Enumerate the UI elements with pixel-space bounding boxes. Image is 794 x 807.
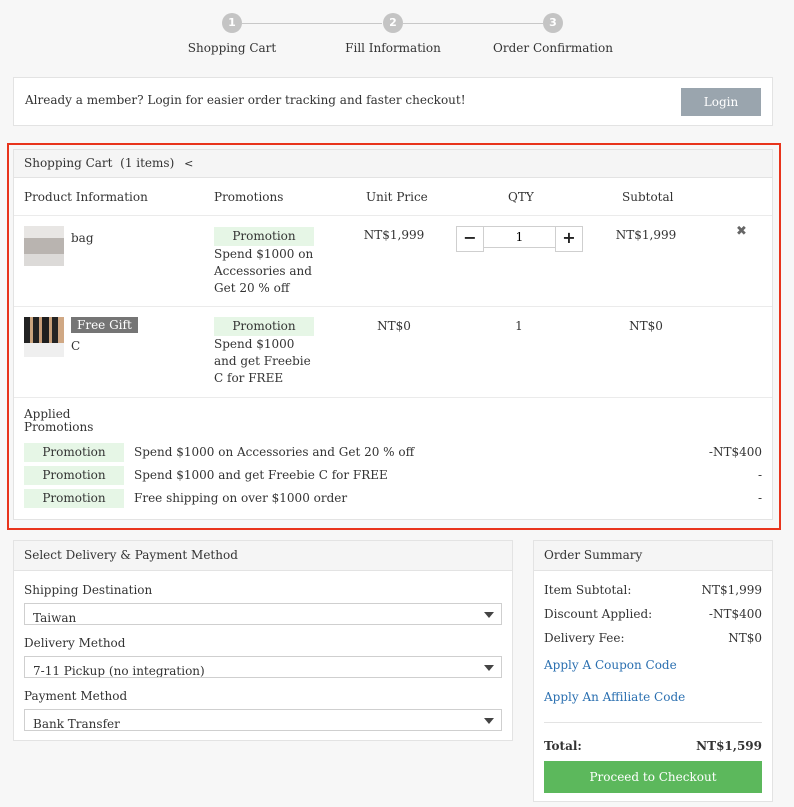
member-login-bar: Already a member? Login for easier order… <box>13 77 773 126</box>
step-order-confirmation: 3 Order Confirmation <box>473 13 633 55</box>
promotion-tag: Promotion <box>24 466 124 485</box>
member-message: Already a member? Login for easier order… <box>25 93 466 107</box>
payment-method-label: Payment Method <box>24 689 128 703</box>
delivery-fee-value: NT$0 <box>728 631 762 645</box>
apply-affiliate-link[interactable]: Apply An Affiliate Code <box>544 690 685 704</box>
promotion-tag: Promotion <box>214 227 314 246</box>
unit-price: NT$1,999 <box>363 228 425 242</box>
order-summary-title: Order Summary <box>534 541 772 571</box>
applied-promotion-description: Spend $1000 on Accessories and Get 20 % … <box>134 445 415 459</box>
unit-price: NT$0 <box>377 319 411 333</box>
step-label: Shopping Cart <box>187 41 277 55</box>
applied-promotion-description: Free shipping on over $1000 order <box>134 491 348 505</box>
share-icon[interactable]: < <box>184 157 193 170</box>
cart-item-count: (1 items) <box>120 156 175 170</box>
remove-item-icon[interactable]: ✖ <box>736 224 747 239</box>
checkout-stepper: 1 Shopping Cart 2 Fill Information 3 Ord… <box>0 13 794 63</box>
applied-promotions-label: Applied Promotions <box>24 407 94 434</box>
promotion-tag: Promotion <box>214 317 314 336</box>
item-subtotal: NT$1,999 <box>615 228 677 242</box>
promotion-tag: Promotion <box>24 443 124 462</box>
delivery-payment-panel: Select Delivery & Payment Method Shippin… <box>13 540 513 741</box>
summary-divider <box>544 722 762 723</box>
promotion-description: Spend $1000 on Accessories and Get 20 % … <box>214 247 314 295</box>
item-subtotal-label: Item Subtotal: <box>544 583 632 597</box>
item-subtotal: NT$0 <box>629 319 663 333</box>
item-subtotal-value: NT$1,999 <box>701 583 763 597</box>
row-divider <box>14 215 772 216</box>
chevron-down-icon <box>484 718 494 724</box>
delivery-fee-label: Delivery Fee: <box>544 631 625 645</box>
select-value: Bank Transfer <box>33 717 120 731</box>
discount-value: -NT$400 <box>708 607 762 621</box>
product-thumbnail[interactable] <box>24 226 64 266</box>
promotion-tag: Promotion <box>24 489 124 508</box>
promotion-description: Spend $1000 and get Freebie C for FREE <box>214 337 311 385</box>
delivery-method-label: Delivery Method <box>24 636 126 650</box>
chevron-down-icon <box>484 665 494 671</box>
free-gift-badge: Free Gift <box>71 317 138 333</box>
select-value: 7-11 Pickup (no integration) <box>33 664 205 678</box>
shipping-destination-select[interactable]: Taiwan <box>24 603 502 625</box>
cart-title: Shopping Cart <box>24 156 113 170</box>
step-number: 3 <box>543 13 563 33</box>
step-number: 1 <box>222 13 242 33</box>
product-name[interactable]: C <box>71 339 80 353</box>
quantity-input[interactable] <box>483 226 556 248</box>
applied-promotion-amount: - <box>757 468 762 482</box>
applied-promotion-description: Spend $1000 and get Freebie C for FREE <box>134 468 388 482</box>
step-number: 2 <box>383 13 403 33</box>
decrease-qty-button[interactable]: − <box>456 226 484 252</box>
row-divider <box>14 397 772 398</box>
applied-promotion-amount: -NT$400 <box>708 445 762 459</box>
column-qty: QTY <box>508 190 534 204</box>
apply-coupon-link[interactable]: Apply A Coupon Code <box>544 658 677 672</box>
step-shopping-cart: 1 Shopping Cart <box>152 13 312 55</box>
column-promotions: Promotions <box>214 190 284 204</box>
login-button[interactable]: Login <box>681 88 761 116</box>
delivery-panel-title: Select Delivery & Payment Method <box>14 541 512 571</box>
column-subtotal: Subtotal <box>622 190 674 204</box>
total-label: Total: <box>544 739 582 753</box>
delivery-method-select[interactable]: 7-11 Pickup (no integration) <box>24 656 502 678</box>
product-thumbnail[interactable] <box>24 317 64 357</box>
item-quantity: 1 <box>515 319 523 333</box>
discount-label: Discount Applied: <box>544 607 653 621</box>
column-unit-price: Unit Price <box>366 190 428 204</box>
shipping-destination-label: Shipping Destination <box>24 583 153 597</box>
total-value: NT$1,599 <box>696 739 762 753</box>
product-name[interactable]: bag <box>71 231 94 245</box>
step-label: Fill Information <box>345 41 441 55</box>
proceed-to-checkout-button[interactable]: Proceed to Checkout <box>544 761 762 793</box>
increase-qty-button[interactable]: + <box>555 226 583 252</box>
order-summary-panel: Order Summary Item Subtotal: NT$1,999 Di… <box>533 540 773 802</box>
chevron-down-icon <box>484 612 494 618</box>
select-value: Taiwan <box>33 611 77 625</box>
row-divider <box>14 306 772 307</box>
column-product: Product Information <box>24 190 148 204</box>
step-fill-information: 2 Fill Information <box>313 13 473 55</box>
shopping-cart-panel: Shopping Cart (1 items) < Product Inform… <box>13 149 773 520</box>
cart-header: Shopping Cart (1 items) < <box>14 150 772 178</box>
applied-promotion-amount: - <box>757 491 762 505</box>
step-label: Order Confirmation <box>493 41 613 55</box>
payment-method-select[interactable]: Bank Transfer <box>24 709 502 731</box>
